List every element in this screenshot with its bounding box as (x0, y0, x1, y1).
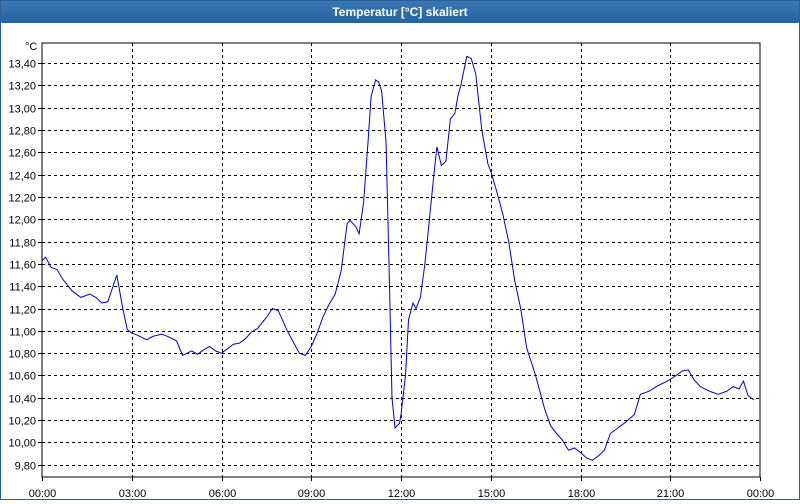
x-tick-time-label: 15:00 (478, 488, 506, 499)
x-tick-time-label: 09:00 (298, 488, 326, 499)
y-tick-label: 10,40 (8, 394, 36, 406)
y-tick-label: 10,80 (8, 349, 36, 361)
y-tick-label: 12,00 (8, 215, 36, 227)
temperature-chart: 9,80 10,00 10,20 10,40 10,60 10,80 11,00 11,20 1… (8, 41, 775, 500)
x-tick-time-label: 00:00 (29, 488, 57, 499)
x-tick-time-label: 03:00 (119, 488, 147, 499)
y-tick-label: 10,60 (8, 371, 36, 383)
y-tick-label: 11,40 (9, 282, 36, 294)
chart-window: Temperatur [°C] skaliert 9,80 10,00 10,20 1… (0, 0, 800, 500)
y-tick-label: 11,80 (9, 238, 36, 250)
y-tick-label: 10,20 (8, 416, 36, 428)
y-tick-label: 13,20 (8, 81, 36, 93)
y-tick-label: 10,00 (8, 438, 36, 450)
y-tick-label: 13,00 (8, 104, 36, 116)
y-tick-label: 12,60 (8, 148, 36, 160)
y-tick-label: 11,00 (9, 327, 36, 339)
y-tick-label: 11,60 (9, 260, 36, 272)
temperature-series-line (41, 55, 755, 461)
y-axis-ticks: 9,80 10,00 10,20 10,40 10,60 10,80 11,00 11,20 1… (8, 59, 42, 473)
y-axis-unit-label: °C (25, 41, 37, 53)
x-tick-time-label: 12:00 (388, 488, 416, 499)
y-tick-label: 11,20 (9, 305, 36, 317)
y-tick-label: 12,20 (8, 193, 36, 205)
y-tick-label: 12,40 (8, 171, 36, 183)
y-tick-label: 9,80 (15, 461, 36, 473)
x-tick-time-label: 00:00 (747, 488, 775, 499)
x-tick-time-label: 18:00 (568, 488, 596, 499)
y-tick-label: 12,80 (8, 126, 36, 138)
x-axis-ticks: 00:0003.12.1803:0003.12.1806:0003.12.180… (29, 477, 775, 500)
x-tick-time-label: 06:00 (209, 488, 237, 499)
x-tick-time-label: 21:00 (657, 488, 685, 499)
y-tick-label: 13,40 (8, 59, 36, 71)
window-title: Temperatur [°C] skaliert (1, 1, 799, 23)
